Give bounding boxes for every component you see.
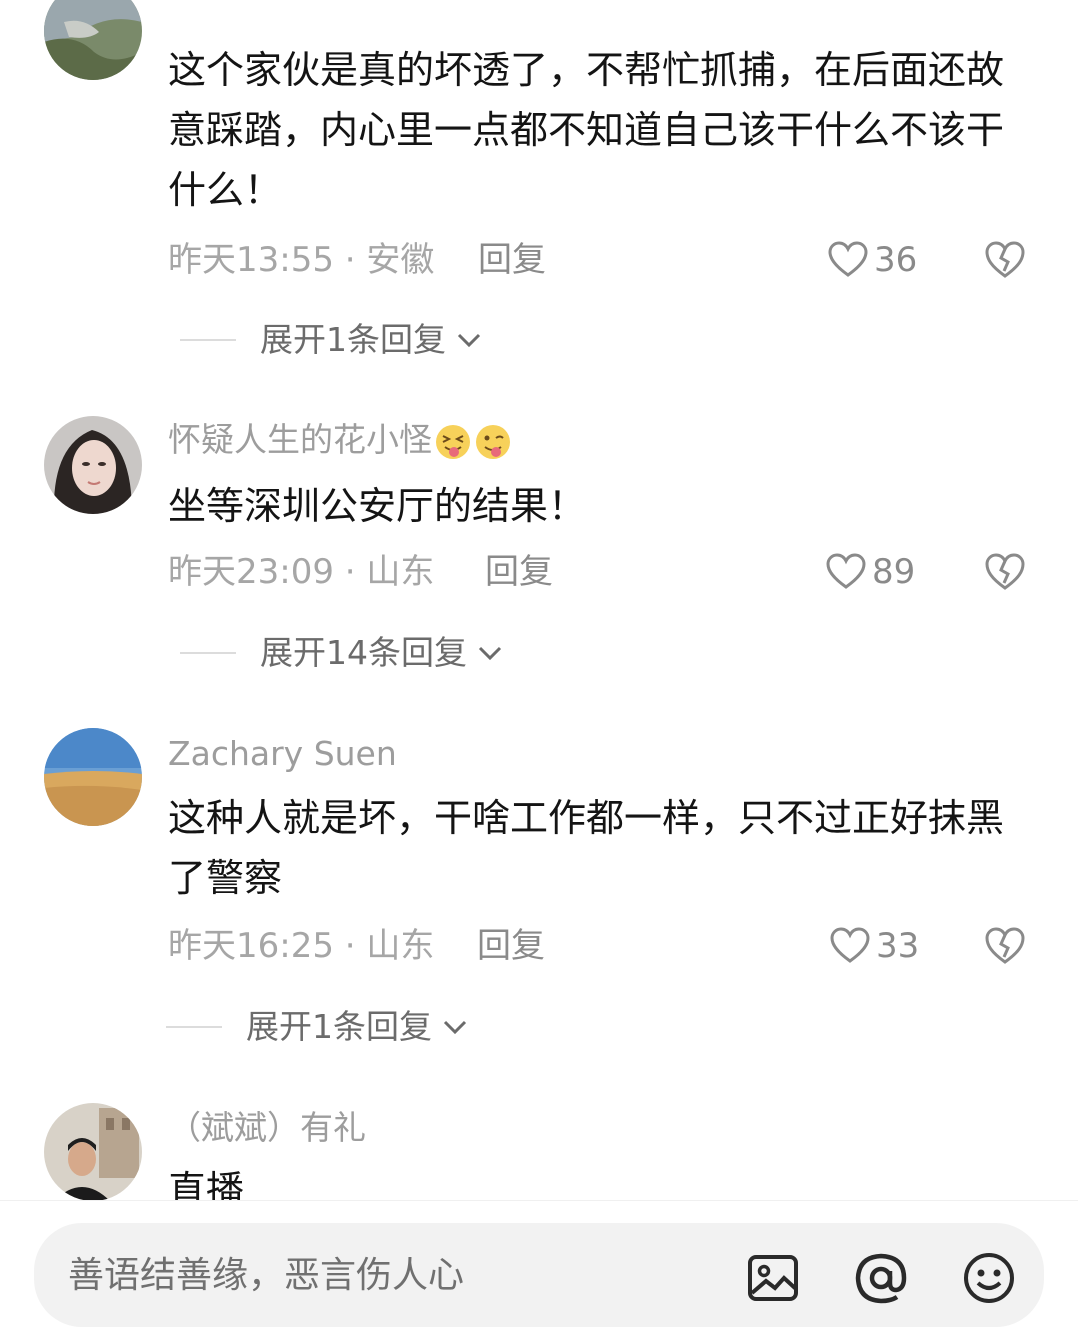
reply-button[interactable]: 回复: [478, 240, 546, 280]
meta-separator: ·: [333, 926, 367, 966]
like-count: 33: [876, 926, 920, 966]
meta-separator: ·: [333, 240, 367, 280]
expand-label: 展开1条回复: [260, 320, 446, 359]
comment-time: 昨天13:55: [168, 240, 334, 280]
like-button[interactable]: 89: [826, 552, 915, 592]
chevron-down-icon: [457, 333, 481, 348]
chevron-down-icon: [443, 1020, 467, 1035]
avatar-image: [44, 728, 142, 826]
avatar[interactable]: [44, 728, 142, 826]
divider-line: [180, 652, 236, 654]
expand-label: 展开14条回复: [260, 633, 467, 672]
comment-location: 山东: [366, 552, 435, 592]
comment-input[interactable]: 善语结善缘，恶言伤人心: [34, 1223, 1044, 1327]
dislike-button[interactable]: [984, 240, 1026, 280]
expand-replies[interactable]: 展开1条回复: [180, 320, 482, 360]
image-icon: [748, 1255, 798, 1301]
comment-meta: 昨天13:55 · 安徽: [168, 240, 434, 280]
heart-outline-icon: [828, 241, 868, 277]
like-button[interactable]: 36: [828, 240, 917, 280]
comment-location: 安徽: [366, 240, 435, 280]
comment-text: 坐等深圳公安厅的结果！: [168, 484, 587, 528]
comment-location: 山东: [366, 926, 435, 966]
smiley-icon: [964, 1253, 1014, 1303]
emoji-button[interactable]: [962, 1251, 1016, 1305]
avatar[interactable]: [44, 1103, 142, 1201]
input-placeholder: 善语结善缘，恶言伤人心: [68, 1255, 465, 1296]
heart-outline-icon: [826, 553, 866, 589]
divider-line: [166, 1026, 222, 1028]
like-count: 36: [874, 240, 918, 280]
username[interactable]: Zachary Suen: [168, 734, 397, 774]
username[interactable]: （斌斌）有礼: [168, 1108, 366, 1148]
avatar-image: [44, 416, 142, 514]
meta-separator: ·: [333, 552, 367, 592]
mention-button[interactable]: [854, 1251, 908, 1305]
comment-meta: 昨天23:09 · 山东: [168, 552, 434, 592]
expand-replies[interactable]: 展开1条回复: [166, 1007, 468, 1047]
username-text: 怀疑人生的花小怪: [168, 420, 432, 459]
comment-input-bar: 善语结善缘，恶言伤人心: [0, 1200, 1078, 1327]
heart-outline-icon: [830, 927, 870, 963]
dislike-button[interactable]: [984, 926, 1026, 966]
broken-heart-icon: [985, 553, 1025, 590]
like-button[interactable]: 33: [830, 926, 919, 966]
comment-time: 昨天23:09: [168, 552, 334, 592]
avatar-image: [44, 0, 142, 80]
reply-button[interactable]: 回复: [485, 552, 553, 592]
dislike-button[interactable]: [984, 552, 1026, 592]
winking-tongue-emoji-icon: [476, 424, 510, 459]
image-button[interactable]: [746, 1251, 800, 1305]
comment-text: 这个家伙是真的坏透了，不帮忙抓捕，在后面还故意踩踏，内心里一点都不知道自己该干什…: [168, 48, 1005, 212]
like-count: 89: [872, 552, 916, 592]
reply-button[interactable]: 回复: [477, 926, 545, 966]
broken-heart-icon: [985, 927, 1025, 964]
at-icon: [855, 1253, 907, 1304]
comment-meta: 昨天16:25 · 山东: [168, 926, 434, 966]
comment-time: 昨天16:25: [168, 926, 334, 966]
avatar[interactable]: [44, 0, 142, 80]
avatar-image: [44, 1103, 142, 1201]
chevron-down-icon: [478, 646, 502, 661]
username[interactable]: 怀疑人生的花小怪: [168, 420, 512, 461]
comment-text: 这种人就是坏，干啥工作都一样，只不过正好抹黑了警察: [168, 796, 1005, 900]
expand-label: 展开1条回复: [246, 1007, 432, 1046]
divider-line: [180, 339, 236, 341]
expand-replies[interactable]: 展开14条回复: [180, 633, 503, 673]
avatar[interactable]: [44, 416, 142, 514]
squinting-tongue-emoji-icon: [436, 424, 470, 459]
broken-heart-icon: [985, 241, 1025, 278]
